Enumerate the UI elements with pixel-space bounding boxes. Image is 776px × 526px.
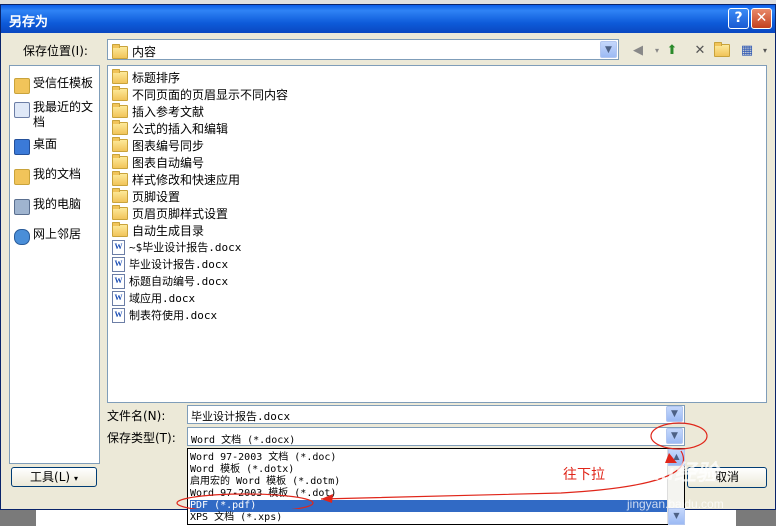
annotation-text: 往下拉 [563,467,605,483]
watermark-url: jingyan.baidu.com [627,497,724,511]
dropdown-option[interactable]: XPS 文档 (*.xps) [190,512,670,524]
annotation-arrowhead [321,494,333,503]
watermark-brand: Baidu经验 [613,460,719,485]
annotation-overlay [176,422,708,509]
annotation-circle-dropdown [650,422,708,450]
save-as-dialog: 另存为 ? ✕ 保存位置(I): 内容 ▼ ◀ ▾ ⬆ ✕ ▦ ▾ 受信任模板 … [0,4,776,525]
annotation-circle-pdf [176,493,314,509]
